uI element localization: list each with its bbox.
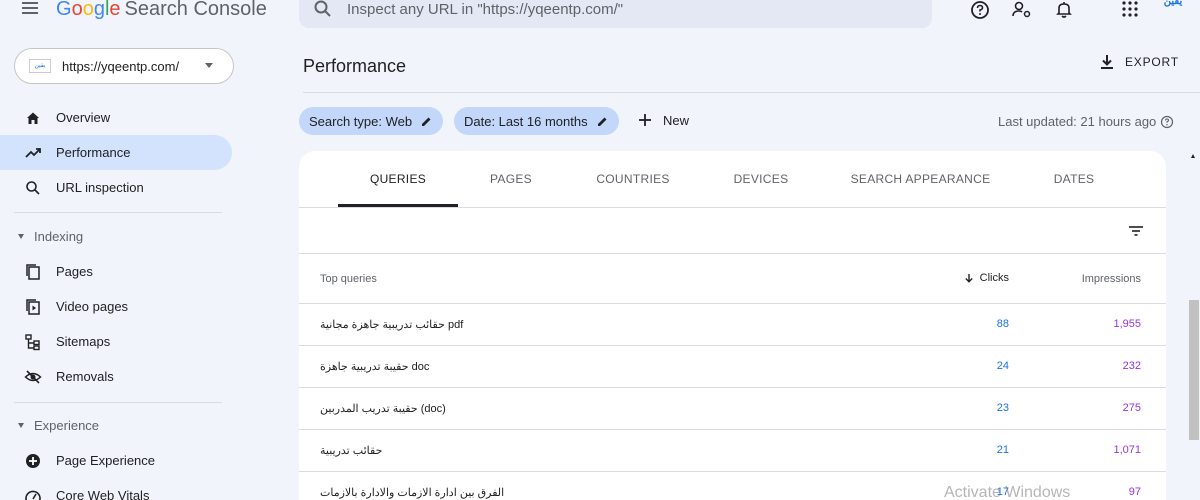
tab-dates[interactable]: DATES: [1034, 151, 1114, 207]
clicks-value: 23: [996, 402, 1009, 414]
sitemap-icon: [25, 333, 40, 350]
new-filter-button[interactable]: New: [637, 112, 689, 128]
indexing-section-toggle[interactable]: Indexing: [18, 229, 83, 244]
pages-icon: [26, 263, 40, 280]
tab-queries[interactable]: QUERIES: [338, 151, 458, 207]
video-pages-icon: [26, 298, 40, 315]
impressions-value: 97: [1128, 486, 1141, 498]
page-title: Performance: [303, 56, 407, 76]
plus-icon: [639, 114, 651, 126]
sidebar-divider: [14, 402, 222, 403]
query-text: حقائب تدريبية جاهزة مجانية pdf: [320, 319, 464, 331]
last-updated-status: Last updated: 21 hours ago: [998, 114, 1174, 129]
export-button[interactable]: EXPORT: [1099, 54, 1179, 70]
query-text: حقائب تدريبية: [320, 445, 383, 457]
sidebar-item-performance[interactable]: Performance: [0, 135, 232, 170]
removals-icon: [24, 369, 42, 384]
menu-icon[interactable]: [21, 0, 41, 20]
page-scrollbar[interactable]: [1187, 150, 1200, 500]
property-selector[interactable]: يقين https://yqeentp.com/: [14, 48, 234, 84]
column-header-top-queries[interactable]: Top queries: [320, 273, 377, 285]
active-tab-indicator: [338, 204, 458, 207]
notifications-icon[interactable]: [1053, 0, 1075, 21]
sidebar-divider: [14, 212, 222, 213]
date-filter-chip[interactable]: Date: Last 16 months: [454, 107, 619, 135]
tab-pages[interactable]: PAGES: [471, 151, 551, 207]
download-icon: [1101, 55, 1113, 69]
scrollbar-thumb[interactable]: [1189, 300, 1199, 440]
apps-grid-icon[interactable]: [1119, 0, 1141, 21]
clicks-value: 21: [996, 444, 1009, 456]
url-inspection-input[interactable]: [347, 0, 907, 18]
sidebar-item-removals[interactable]: Removals: [0, 359, 232, 394]
tab-countries[interactable]: COUNTRIES: [583, 151, 683, 207]
help-icon[interactable]: [1160, 115, 1174, 129]
help-icon[interactable]: [969, 0, 991, 21]
clicks-value: 88: [996, 318, 1009, 330]
table-row[interactable]: حقائب تدريبية جاهزة مجانية pdf 88 1,955: [299, 304, 1166, 346]
sidebar: يقين https://yqeentp.com/ Overview Perfo…: [0, 30, 248, 500]
home-icon: [27, 112, 39, 124]
performance-table-card: QUERIES PAGES COUNTRIES DEVICES SEARCH A…: [299, 151, 1166, 500]
sidebar-item-video-pages[interactable]: Video pages: [0, 289, 232, 324]
sort-down-icon: [964, 274, 973, 283]
impressions-value: 232: [1122, 360, 1141, 372]
trending-up-icon: [25, 147, 41, 158]
property-url: https://yqeentp.com/: [62, 58, 180, 74]
query-text: حقيبة تدريب المدربين (doc): [320, 403, 446, 415]
table-row[interactable]: حقيبة تدريبية جاهزة doc 24 232: [299, 346, 1166, 388]
table-row[interactable]: حقيبة تدريب المدربين (doc) 23 275: [299, 388, 1166, 430]
edit-icon: [597, 117, 607, 126]
sidebar-item-pages[interactable]: Pages: [0, 254, 232, 289]
main-content: Performance EXPORT Search type: Web Date…: [248, 30, 1200, 500]
tab-search-appearance[interactable]: SEARCH APPEARANCE: [844, 151, 997, 207]
experience-section-toggle[interactable]: Experience: [18, 418, 99, 433]
search-icon: [26, 180, 40, 195]
impressions-value: 1,071: [1113, 444, 1141, 456]
chevron-down-icon: [205, 63, 213, 68]
clicks-value: 24: [996, 360, 1009, 372]
collapse-icon: [18, 234, 24, 239]
column-header-impressions[interactable]: Impressions: [1082, 273, 1141, 285]
table-header-row: Top queries Clicks Impressions: [299, 254, 1166, 304]
sidebar-item-overview[interactable]: Overview: [0, 100, 232, 135]
sidebar-item-page-experience[interactable]: Page Experience: [0, 443, 232, 478]
table-row[interactable]: حقائب تدريبية 21 1,071: [299, 430, 1166, 472]
dimension-tabs: QUERIES PAGES COUNTRIES DEVICES SEARCH A…: [299, 151, 1166, 208]
property-favicon: يقين: [29, 59, 51, 73]
app-header: GoogleSearch Console يقين: [0, 0, 1200, 30]
collapse-icon: [18, 423, 24, 428]
url-inspection-search-bar[interactable]: [299, 0, 932, 28]
tab-devices[interactable]: DEVICES: [716, 151, 806, 207]
filter-icon[interactable]: [1126, 221, 1146, 241]
column-header-clicks[interactable]: Clicks: [964, 272, 1009, 284]
search-icon: [314, 0, 331, 17]
speed-icon: [25, 490, 41, 500]
google-search-console-logo[interactable]: Google Search Console: [56, 0, 267, 21]
query-text: حقيبة تدريبية جاهزة doc: [320, 361, 430, 373]
page-experience-icon: [26, 453, 40, 468]
search-type-filter-chip[interactable]: Search type: Web: [299, 107, 444, 135]
sidebar-item-sitemaps[interactable]: Sitemaps: [0, 324, 232, 359]
account-avatar[interactable]: يقين: [1156, 0, 1190, 18]
manage-accounts-icon[interactable]: [1011, 0, 1033, 21]
sidebar-item-core-web-vitals[interactable]: Core Web Vitals: [0, 478, 232, 500]
edit-icon: [422, 117, 431, 126]
impressions-value: 1,955: [1113, 318, 1141, 330]
activate-windows-watermark: Activate Windows: [944, 484, 1071, 500]
impressions-value: 275: [1122, 402, 1141, 414]
scroll-up-arrow[interactable]: [1191, 154, 1195, 158]
table-toolbar: [299, 208, 1166, 254]
sidebar-item-url-inspection[interactable]: URL inspection: [0, 170, 232, 205]
query-text: الفرق بين ادارة الازمات والادارة بالازما…: [320, 487, 505, 499]
title-divider: [303, 92, 1200, 93]
